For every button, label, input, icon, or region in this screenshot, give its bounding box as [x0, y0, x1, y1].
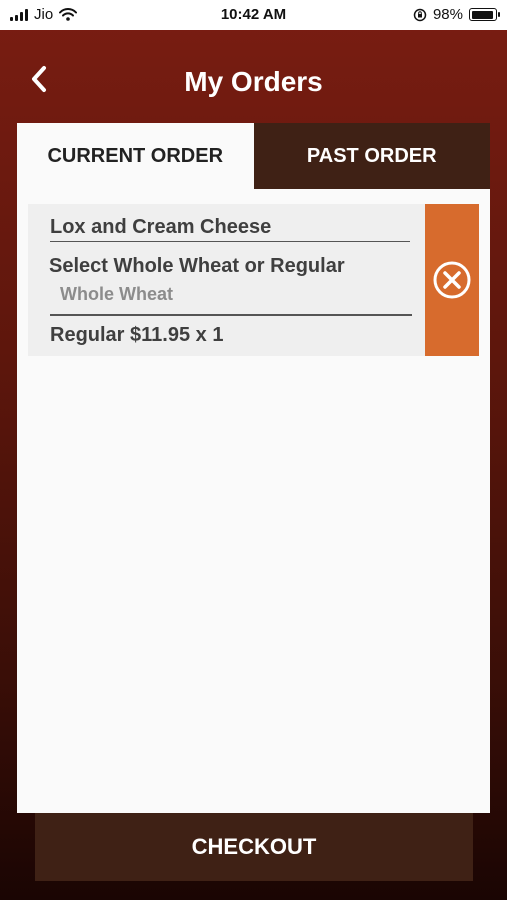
price-line: Regular $11.95 x 1 — [50, 324, 224, 346]
status-right: 98% — [413, 6, 500, 23]
page-title: My Orders — [184, 66, 323, 97]
status-bar: Jio 10:42 AM 98% — [0, 0, 507, 30]
header: My Orders — [0, 30, 507, 122]
order-item-name: Lox and Cream Cheese — [50, 216, 410, 242]
tab-current-order[interactable]: CURRENT ORDER — [17, 123, 254, 189]
divider — [50, 314, 412, 316]
battery-percent: 98% — [432, 6, 463, 23]
order-tabs: CURRENT ORDER PAST ORDER — [17, 123, 490, 189]
orders-panel: CURRENT ORDER PAST ORDER Lox and Cream C… — [17, 123, 490, 813]
order-item-card: Lox and Cream Cheese Select Whole Wheat … — [28, 204, 479, 356]
close-circle-icon — [433, 261, 471, 299]
tab-past-order[interactable]: PAST ORDER — [253, 123, 490, 189]
battery-fill — [471, 10, 494, 19]
option-value: Whole Wheat — [60, 284, 173, 304]
battery-icon — [469, 8, 500, 21]
rotation-lock-icon — [413, 8, 427, 21]
option-label: Select Whole Wheat or Regular — [49, 255, 345, 277]
checkout-button[interactable]: CHECKOUT — [35, 813, 473, 881]
remove-item-button[interactable] — [425, 204, 479, 356]
